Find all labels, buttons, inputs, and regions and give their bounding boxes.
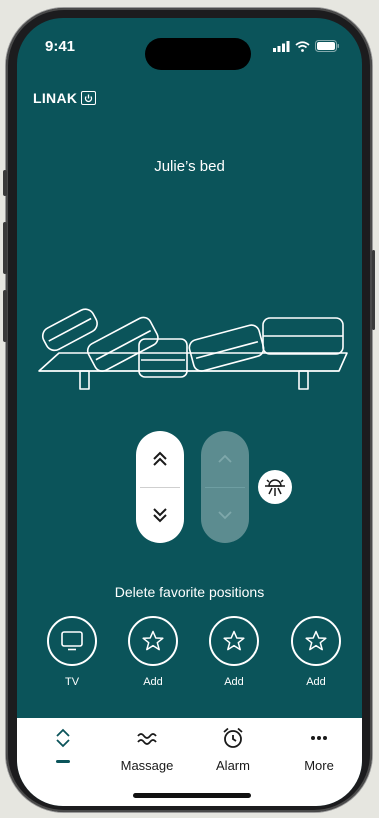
favorite-label: Add xyxy=(306,676,326,688)
tab-icon-wrap xyxy=(276,726,362,750)
phone-volume-up-button xyxy=(3,222,7,274)
tab-label: Alarm xyxy=(216,758,250,773)
favorite-tv[interactable]: TV xyxy=(44,616,100,688)
tab-icon-wrap xyxy=(20,726,106,750)
secondary-up-button[interactable] xyxy=(201,431,249,487)
star-icon xyxy=(223,630,245,651)
logo-text: LINAK xyxy=(33,90,78,106)
dynamic-island xyxy=(145,38,251,70)
favorite-circle xyxy=(47,616,97,666)
under-bed-light-button[interactable] xyxy=(258,470,292,504)
home-indicator[interactable] xyxy=(133,793,251,798)
bed-adjust-control xyxy=(136,431,184,543)
phone-power-button xyxy=(372,250,375,330)
battery-icon xyxy=(315,40,339,52)
bed-name: Julie’s bed xyxy=(154,158,225,175)
active-tab-indicator xyxy=(56,760,70,763)
favorite-add-2[interactable]: Add xyxy=(206,616,262,688)
favorite-circle xyxy=(128,616,178,666)
status-time: 9:41 xyxy=(45,38,76,55)
tab-more[interactable]: More xyxy=(276,718,362,773)
chevron-down-icon xyxy=(218,511,232,520)
logo-power-icon xyxy=(81,91,97,105)
light-icon xyxy=(265,479,285,496)
favorite-label: TV xyxy=(64,676,80,688)
tab-label: More xyxy=(304,758,334,773)
star-icon xyxy=(305,630,327,651)
tv-icon xyxy=(61,631,83,651)
tab-adjust[interactable] xyxy=(20,718,106,763)
more-dots-icon xyxy=(311,736,327,740)
tab-massage[interactable]: Massage xyxy=(104,718,190,773)
favorite-label: Add xyxy=(224,676,244,688)
tab-icon-wrap xyxy=(190,726,276,750)
phone-volume-down-button xyxy=(3,290,7,342)
alarm-clock-icon xyxy=(223,727,243,748)
tab-label: Massage xyxy=(120,758,174,773)
bed-position-illustration xyxy=(38,308,348,390)
phone-action-button xyxy=(3,170,7,196)
chevron-up-icon xyxy=(218,454,232,463)
double-chevron-down-icon xyxy=(153,508,167,523)
brand-logo: LINAK xyxy=(33,90,97,106)
double-chevron-up-icon xyxy=(153,451,167,466)
secondary-down-button[interactable] xyxy=(201,488,249,544)
favorite-circle xyxy=(291,616,341,666)
favorite-circle xyxy=(209,616,259,666)
wave-icon xyxy=(137,733,157,745)
signal-icon xyxy=(273,40,290,52)
tab-icon-wrap xyxy=(104,726,190,750)
tab-bar: Massage Alarm More xyxy=(17,718,362,806)
status-bar: 9:41 xyxy=(17,18,362,70)
status-icons xyxy=(273,40,340,52)
raise-button[interactable] xyxy=(136,431,184,487)
favorite-label: Add xyxy=(143,676,163,688)
updown-chevron-icon xyxy=(56,728,70,748)
delete-favorites-link[interactable]: Delete favorite positions xyxy=(17,584,362,600)
app-screen: 9:41 LINAK Julie’s bed Delete favorite p… xyxy=(17,18,362,806)
secondary-adjust-control xyxy=(201,431,249,543)
favorite-add-3[interactable]: Add xyxy=(288,616,344,688)
tab-alarm[interactable]: Alarm xyxy=(190,718,276,773)
star-icon xyxy=(142,630,164,651)
favorite-add-1[interactable]: Add xyxy=(125,616,181,688)
lower-button[interactable] xyxy=(136,488,184,544)
wifi-icon xyxy=(295,40,310,52)
